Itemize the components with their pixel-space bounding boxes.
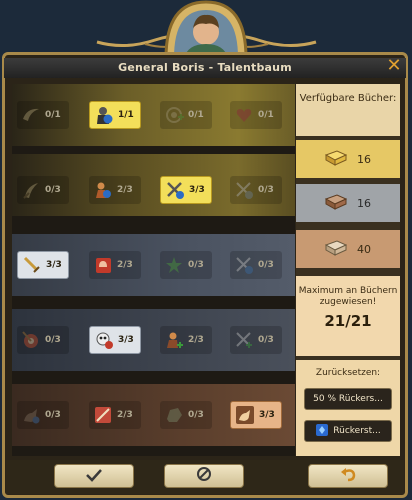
checkmark-icon <box>85 467 103 486</box>
no-entry-icon <box>196 466 212 486</box>
talent-cavalry[interactable]: 3/3 <box>230 401 282 429</box>
talent-value: 0/3 <box>258 185 274 195</box>
talent-fighter[interactable]: 2/3 <box>89 176 141 204</box>
heart-icon <box>233 104 255 126</box>
reset-50-label: 50 % Rückers... <box>313 394 383 404</box>
talent-value: 0/3 <box>45 335 61 345</box>
talent-crossed-swords[interactable]: 3/3 <box>160 176 212 204</box>
talent-value: 1/1 <box>118 110 134 120</box>
talent-value: 0/3 <box>188 260 204 270</box>
talent-value: 0/3 <box>45 185 61 195</box>
sword-slash-icon <box>20 179 42 201</box>
talent-crossed-swords-plus[interactable]: 0/3 <box>230 251 282 279</box>
talent-sword-slash[interactable]: 0/3 <box>17 176 69 204</box>
crossed-swords-clock-icon <box>233 179 255 201</box>
gold-book-count: 16 <box>357 152 371 166</box>
talent-green-star[interactable]: 0/3 <box>160 251 212 279</box>
talent-crossed-swords-clock[interactable]: 0/3 <box>230 176 282 204</box>
talent-value: 3/3 <box>118 335 134 345</box>
silver-book-counter: 16 <box>296 184 400 222</box>
broken-arrow-icon <box>92 404 114 426</box>
reset-50-percent-button[interactable]: 50 % Rückers... <box>304 388 392 410</box>
talent-target-plus[interactable]: 0/1 <box>160 101 212 129</box>
gold-book-icon <box>324 149 348 169</box>
general-portrait-icon <box>164 0 248 60</box>
green-star-icon <box>163 254 185 276</box>
talent-value: 3/3 <box>189 185 205 195</box>
books-sidebar: Verfügbare Bücher: 16 16 40 Maximum an B… <box>296 84 400 456</box>
talent-value: 2/3 <box>117 185 133 195</box>
fighter-icon <box>92 179 114 201</box>
available-books-label: Verfügbare Bücher: <box>296 84 400 136</box>
reset-full-button[interactable]: Rückerst... <box>304 420 392 442</box>
assigned-count: 21/21 <box>324 312 372 330</box>
horseman-icon <box>20 404 42 426</box>
cavalry-icon <box>234 404 256 426</box>
knight-shield-icon <box>93 104 115 126</box>
bronze-book-counter: 40 <box>296 230 400 268</box>
talent-skull[interactable]: 3/3 <box>89 326 141 354</box>
silver-book-count: 16 <box>357 196 371 210</box>
footer-bar <box>6 460 404 494</box>
talent-value: 0/3 <box>45 410 61 420</box>
talent-fist[interactable]: 2/3 <box>89 251 141 279</box>
boomerang-icon <box>20 104 42 126</box>
talent-row-bronze: 0/3 2/3 0/3 3/3 <box>12 384 295 446</box>
talent-value: 2/3 <box>188 335 204 345</box>
talent-value: 0/1 <box>188 110 204 120</box>
target-plus-icon <box>163 104 185 126</box>
talent-value: 0/3 <box>188 410 204 420</box>
talent-row-gold-1: 0/1 1/1 0/1 0/1 <box>12 84 295 146</box>
bronze-book-count: 40 <box>357 242 371 256</box>
max-assigned-panel: Maximum an Büchern zugewiesen! 21/21 <box>296 276 400 356</box>
talent-crossed-swords-heal[interactable]: 0/3 <box>230 326 282 354</box>
talent-value: 2/3 <box>117 410 133 420</box>
reset-gem-icon <box>315 423 329 440</box>
fist-icon <box>92 254 114 276</box>
talent-horseman[interactable]: 0/3 <box>17 401 69 429</box>
talent-stone[interactable]: 0/3 <box>160 401 212 429</box>
undo-button[interactable] <box>308 464 388 488</box>
talent-value: 0/3 <box>258 335 274 345</box>
warrior-plus-icon <box>163 329 185 351</box>
talent-knight-shield[interactable]: 1/1 <box>89 101 141 129</box>
max-assigned-text: Maximum an Büchern zugewiesen! <box>298 286 398 307</box>
talent-value: 2/3 <box>117 260 133 270</box>
talent-heart[interactable]: 0/1 <box>230 101 282 129</box>
skull-icon <box>93 329 115 351</box>
talent-warrior-plus[interactable]: 2/3 <box>160 326 212 354</box>
talent-value: 0/1 <box>258 110 274 120</box>
reset-full-label: Rückerst... <box>333 426 381 436</box>
talent-tree: 0/1 1/1 0/1 0/1 0/3 2/3 3/3 0/3 3/3 2/3 … <box>12 84 295 456</box>
talent-value: 3/3 <box>46 260 62 270</box>
bronze-book-icon <box>324 239 348 259</box>
crossed-swords-heal-icon <box>233 329 255 351</box>
general-portrait <box>158 0 254 60</box>
close-icon: ✕ <box>386 55 402 76</box>
close-button[interactable]: ✕ <box>384 56 404 76</box>
undo-arrow-icon <box>339 466 357 486</box>
talent-value: 3/3 <box>259 410 275 420</box>
talent-sword[interactable]: 3/3 <box>17 251 69 279</box>
talent-boomerang[interactable]: 0/1 <box>17 101 69 129</box>
talent-value: 0/3 <box>258 260 274 270</box>
silver-book-icon <box>324 193 348 213</box>
talent-row-gold-2: 0/3 2/3 3/3 0/3 <box>12 154 295 216</box>
reset-panel: Zurücksetzen: 50 % Rückers... Rückerst..… <box>296 360 400 456</box>
gold-book-counter: 16 <box>296 140 400 178</box>
talent-row-silver-1: 3/3 2/3 0/3 0/3 <box>12 234 295 296</box>
stone-icon <box>163 404 185 426</box>
target-arrow-icon <box>20 329 42 351</box>
cancel-button[interactable] <box>164 464 244 488</box>
confirm-button[interactable] <box>54 464 134 488</box>
sword-icon <box>21 254 43 276</box>
window-title: General Boris - Talentbaum <box>4 58 406 78</box>
talent-target-arrow[interactable]: 0/3 <box>17 326 69 354</box>
talent-value: 0/1 <box>45 110 61 120</box>
reset-label: Zurücksetzen: <box>315 368 381 378</box>
talent-row-silver-2: 0/3 3/3 2/3 0/3 <box>12 309 295 371</box>
crossed-swords-icon <box>164 179 186 201</box>
crossed-swords-plus-icon <box>233 254 255 276</box>
talent-broken-arrow[interactable]: 2/3 <box>89 401 141 429</box>
